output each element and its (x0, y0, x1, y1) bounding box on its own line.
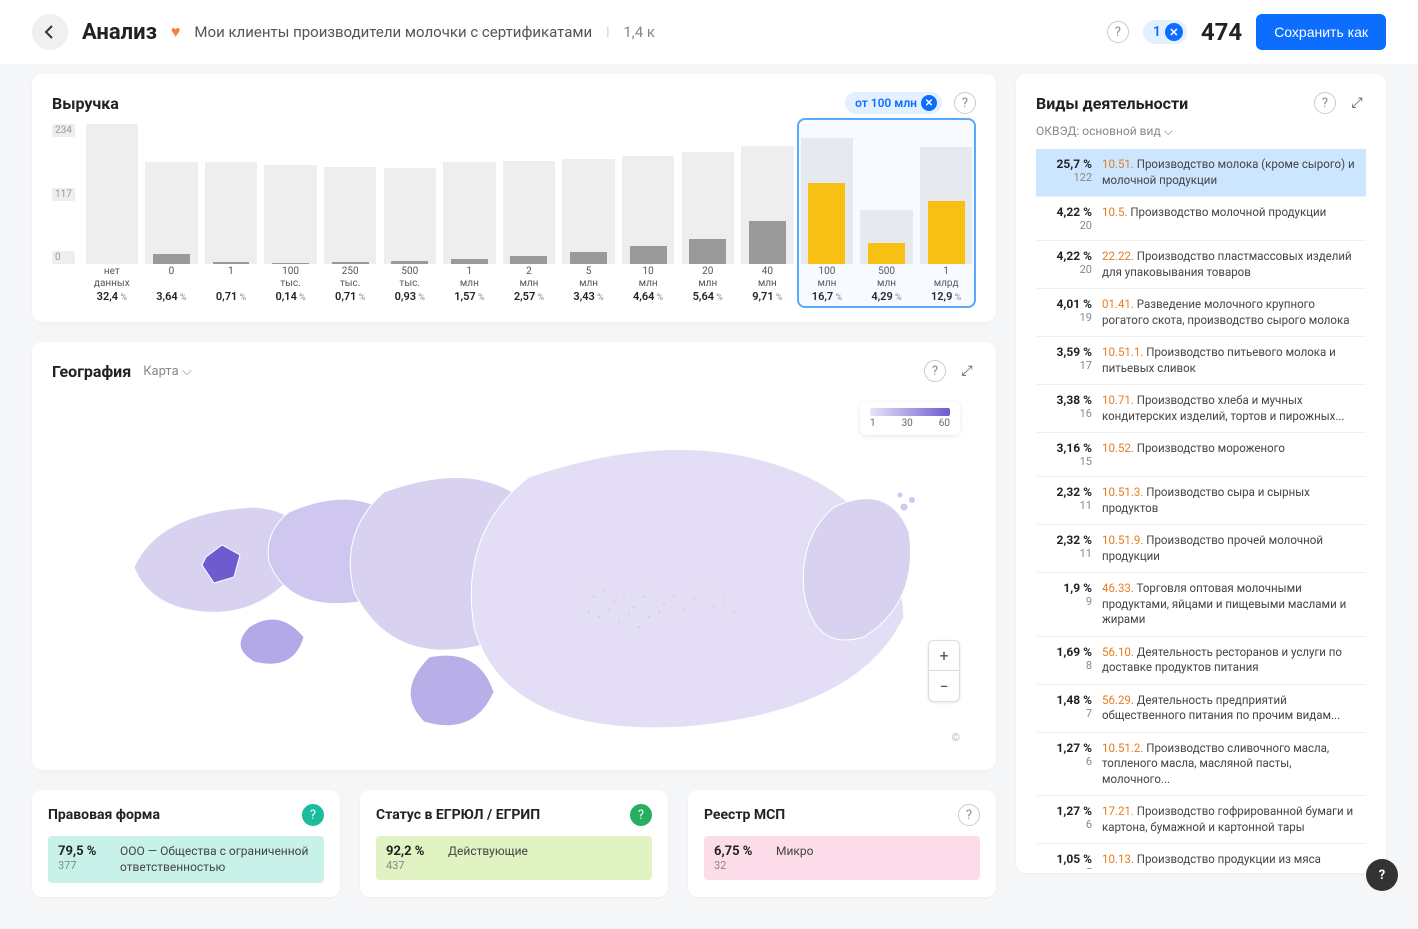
revenue-filter-tag[interactable]: от 100 млн ✕ (845, 92, 942, 114)
revenue-bar[interactable]: 40млн9,71 % (738, 124, 798, 304)
revenue-bar[interactable]: 500млн4,29 % (857, 124, 917, 304)
map-mode-dropdown[interactable]: Карта ⌵ (143, 364, 192, 379)
help-icon[interactable]: ? (1107, 21, 1129, 43)
clear-revenue-filter-icon[interactable]: ✕ (921, 95, 937, 111)
msp-title: Реестр МСП (704, 807, 785, 823)
activity-row[interactable]: 4,22 %2022.22. Производство пластмассовы… (1036, 241, 1366, 289)
activities-title: Виды деятельности (1036, 94, 1188, 113)
chevron-down-icon: ⌵ (182, 364, 192, 379)
msp-help-icon[interactable]: ? (958, 804, 980, 826)
msp-row[interactable]: 6,75 % 32 Микро (704, 836, 980, 880)
revenue-chart[interactable]: 234 117 0 нетданных32,4 %0 3,64 %1 0,71 … (52, 124, 976, 304)
legal-help-icon[interactable]: ? (302, 804, 324, 826)
back-button[interactable] (32, 14, 68, 50)
activity-row[interactable]: 1,27 %617.21. Производство гофрированной… (1036, 796, 1366, 844)
activity-row[interactable]: 3,38 %1610.71. Производство хлеба и мучн… (1036, 385, 1366, 433)
activity-row[interactable]: 4,22 %2010.5. Производство молочной прод… (1036, 197, 1366, 241)
map-legend: 13060 (860, 402, 960, 435)
revenue-bar[interactable]: 1 0,71 % (201, 124, 261, 304)
activities-list: 25,7 %12210.51. Производство молока (кро… (1036, 149, 1366, 869)
revenue-title: Выручка (52, 94, 119, 113)
geography-help-icon[interactable]: ? (924, 360, 946, 382)
status-row[interactable]: 92,2 % 437 Действующие (376, 836, 652, 880)
russia-map[interactable] (52, 392, 976, 752)
legal-form-row[interactable]: 79,5 % 377 ООО — Общества с ограниченной… (48, 836, 324, 883)
revenue-bar[interactable]: 100тыс.0,14 % (261, 124, 321, 304)
activity-row[interactable]: 3,16 %1510.52. Производство мороженого (1036, 433, 1366, 477)
activity-row[interactable]: 2,32 %1110.51.9. Производство прочей мол… (1036, 525, 1366, 573)
map-zoom-control: + − (928, 640, 960, 702)
zoom-in-button[interactable]: + (929, 641, 959, 671)
revenue-bar[interactable]: 2млн2,57 % (499, 124, 559, 304)
revenue-bar[interactable]: 1млрд12,9 % (916, 124, 976, 304)
result-count: 474 (1201, 18, 1242, 46)
revenue-bar[interactable]: нетданных32,4 % (82, 124, 142, 304)
revenue-bar[interactable]: 20млн5,64 % (678, 124, 738, 304)
zoom-out-button[interactable]: − (929, 671, 959, 701)
page-title: Анализ (82, 20, 157, 45)
activities-card: Виды деятельности ? ⤢ ОКВЭД: основной ви… (1016, 74, 1386, 873)
geography-title: География (52, 362, 131, 381)
segment-name[interactable]: Мои клиенты производители молочки с серт… (194, 23, 592, 41)
chevron-down-icon: ⌵ (1164, 124, 1173, 138)
map-area[interactable]: 13060 + − © (52, 392, 976, 752)
clear-filters-icon[interactable]: ✕ (1165, 23, 1183, 41)
activity-row[interactable]: 4,01 %1901.41. Разведение молочного круп… (1036, 289, 1366, 337)
map-copyright-icon: © (951, 731, 960, 744)
revenue-bar[interactable]: 0 3,64 % (142, 124, 202, 304)
segment-count: 1,4 к (623, 23, 655, 41)
geography-card: География Карта ⌵ ? ⤢ (32, 342, 996, 770)
activity-row[interactable]: 25,7 %12210.51. Производство молока (кро… (1036, 149, 1366, 197)
revenue-bar[interactable]: 10млн4,64 % (618, 124, 678, 304)
revenue-help-icon[interactable]: ? (954, 92, 976, 114)
msp-card: Реестр МСП ? 6,75 % 32 Микро (688, 790, 996, 897)
status-card: Статус в ЕГРЮЛ / ЕГРИП ? 92,2 % 437 Дейс… (360, 790, 668, 897)
activity-row[interactable]: 1,9 %946.33. Торговля оптовая молочными … (1036, 573, 1366, 637)
revenue-bar[interactable]: 1млн1,57 % (440, 124, 500, 304)
status-help-icon[interactable]: ? (630, 804, 652, 826)
revenue-bar[interactable]: 250тыс.0,71 % (320, 124, 380, 304)
revenue-bar[interactable]: 100млн16,7 % (797, 124, 857, 304)
activities-help-icon[interactable]: ? (1314, 92, 1336, 114)
legal-form-card: Правовая форма ? 79,5 % 377 ООО — Общест… (32, 790, 340, 897)
favorite-icon: ♥ (171, 22, 181, 42)
activity-row[interactable]: 2,32 %1110.51.3. Производство сыра и сыр… (1036, 477, 1366, 525)
revenue-card: Выручка от 100 млн ✕ ? 234 117 0 нетданн… (32, 74, 996, 322)
y-axis: 234 117 0 (52, 124, 75, 264)
activity-row[interactable]: 3,59 %1710.51.1. Производство питьевого … (1036, 337, 1366, 385)
help-fab[interactable]: ? (1366, 859, 1398, 891)
activity-row[interactable]: 1,48 %756.29. Деятельность предприятий о… (1036, 685, 1366, 733)
activity-row[interactable]: 1,05 %510.13. Производство продукции из … (1036, 844, 1366, 869)
revenue-bar[interactable]: 5млн3,43 % (559, 124, 619, 304)
activities-expand-icon[interactable]: ⤢ (1348, 94, 1366, 112)
active-filters-pill[interactable]: 1 ✕ (1143, 20, 1187, 44)
revenue-bar[interactable]: 500тыс.0,93 % (380, 124, 440, 304)
status-title: Статус в ЕГРЮЛ / ЕГРИП (376, 807, 540, 823)
activity-row[interactable]: 1,69 %856.10. Деятельность ресторанов и … (1036, 637, 1366, 685)
save-as-button[interactable]: Сохранить как (1256, 14, 1386, 50)
legal-form-title: Правовая форма (48, 807, 160, 823)
activity-row[interactable]: 1,27 %610.51.2. Производство сливочного … (1036, 733, 1366, 797)
okved-dropdown[interactable]: ОКВЭД: основной вид ⌵ (1036, 124, 1366, 139)
geography-expand-icon[interactable]: ⤢ (958, 362, 976, 380)
